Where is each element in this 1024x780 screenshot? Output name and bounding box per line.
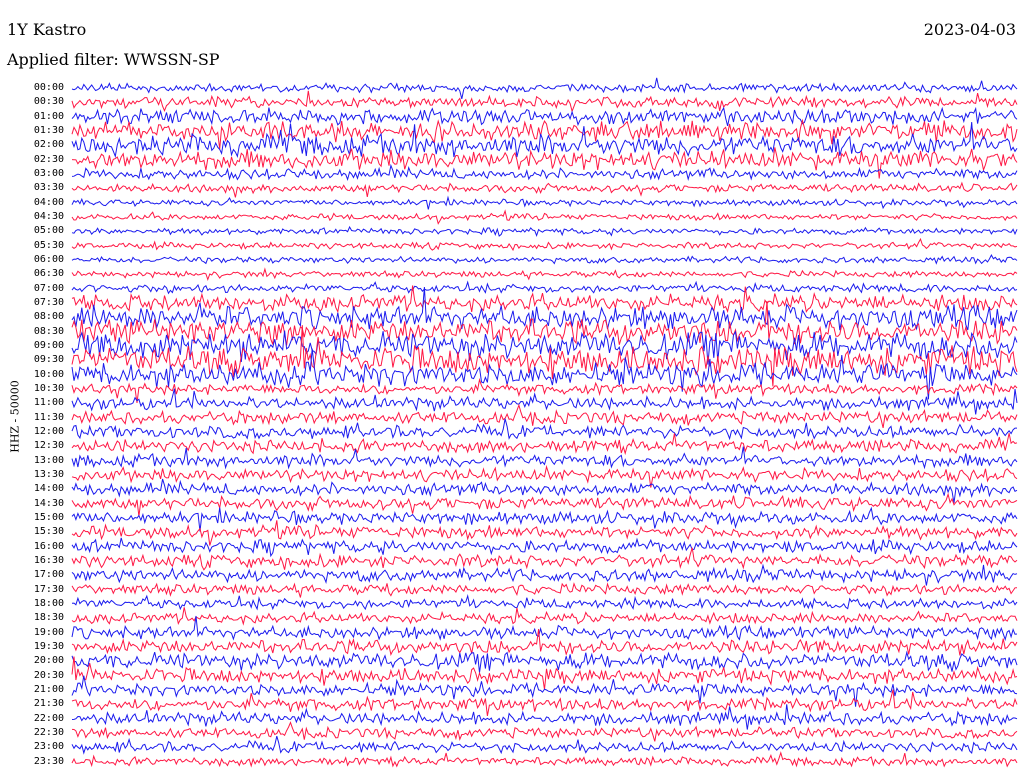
seismic-trace-1130 [71, 403, 1018, 429]
seismic-trace-0430 [71, 209, 1018, 225]
seismic-trace-1800 [71, 594, 1018, 611]
seismic-trace-0300 [71, 163, 1018, 182]
seismic-trace-1500 [71, 506, 1018, 532]
seismic-trace-1300 [71, 446, 1018, 470]
seismic-trace-0030 [71, 90, 1018, 113]
seismic-trace-2000 [71, 650, 1018, 673]
seismic-trace-0700 [71, 280, 1018, 295]
seismic-trace-1700 [71, 563, 1018, 586]
seismic-trace-2200 [71, 704, 1018, 730]
seismic-trace-0000 [71, 77, 1018, 100]
seismic-trace-2130 [71, 689, 1018, 716]
seismic-trace-1830 [71, 607, 1018, 626]
seismic-trace-0330 [71, 181, 1018, 198]
seismic-trace-1230 [71, 433, 1018, 456]
seismic-trace-0600 [71, 254, 1018, 265]
seismic-trace-0100 [71, 106, 1018, 127]
seismic-trace-2330 [71, 751, 1018, 768]
seismic-trace-1600 [71, 537, 1018, 558]
seismic-trace-2300 [71, 735, 1018, 755]
seismic-trace-1200 [71, 418, 1017, 441]
seismic-trace-0400 [71, 195, 1018, 210]
seismic-trace-0130 [71, 118, 1018, 150]
seismic-trace-1730 [71, 582, 1018, 598]
seismic-trace-1330 [71, 464, 1018, 488]
seismic-trace-1400 [71, 478, 1018, 503]
seismic-trace-0530 [71, 237, 1018, 252]
seismic-trace-0800 [71, 286, 1018, 331]
seismic-trace-1430 [71, 492, 1018, 517]
seismic-trace-0500 [71, 225, 1018, 237]
seismic-trace-2230 [71, 721, 1018, 742]
seismic-trace-0830 [71, 301, 1018, 346]
seismic-trace-0630 [71, 267, 1018, 282]
helicorder-plot [71, 77, 1018, 768]
